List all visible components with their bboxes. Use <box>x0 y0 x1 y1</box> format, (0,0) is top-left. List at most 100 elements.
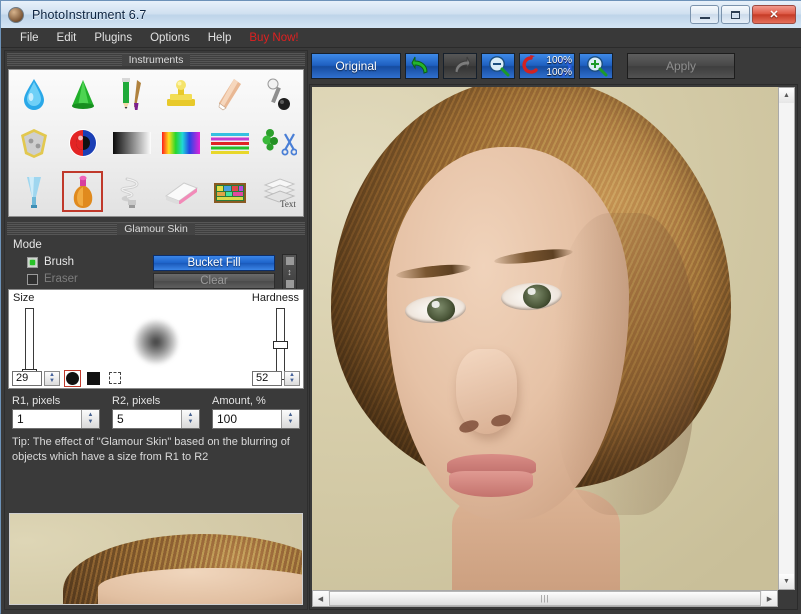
eraser-icon <box>164 182 198 204</box>
tool-liquify[interactable] <box>254 70 303 119</box>
tool-blur-drop[interactable] <box>9 70 58 119</box>
maximize-button[interactable] <box>721 5 750 24</box>
tool-airbrush[interactable] <box>9 167 58 216</box>
tool-clone-cone[interactable] <box>58 70 107 119</box>
menu-item-file[interactable]: File <box>11 30 48 46</box>
param-r1-spinner[interactable]: ▲ ▼ <box>81 410 99 428</box>
tool-redeye[interactable] <box>9 119 58 168</box>
tool-color-wheel[interactable] <box>58 119 107 168</box>
scroll-left-button[interactable]: ◀ <box>313 591 328 606</box>
original-button[interactable]: Original <box>311 53 401 79</box>
mode-area: Mode Brush Eraser Bucket Fill Clear ↕ <box>5 235 307 291</box>
glamour-skin-caption-label: Glamour Skin <box>117 222 195 235</box>
mode-radio-brush[interactable]: Brush <box>27 256 74 268</box>
clear-button[interactable]: Clear <box>153 273 275 289</box>
param-r2-spinner[interactable]: ▲ ▼ <box>181 410 199 428</box>
param-r2: R2, pixels 5 ▲ ▼ <box>112 395 200 429</box>
canvas-area: ▲ ▼ ◀ ||| ▶ <box>309 84 798 610</box>
instruments-grid: Text <box>8 69 304 217</box>
green-cone-icon <box>71 80 94 110</box>
spin-down-icon: ▼ <box>289 378 295 384</box>
close-button[interactable]: ✕ <box>752 5 796 24</box>
menu-item-options[interactable]: Options <box>141 30 199 46</box>
param-r1-field[interactable]: 1 ▲ ▼ <box>12 409 100 429</box>
image-canvas[interactable] <box>312 87 778 590</box>
horizontal-scrollbar[interactable]: ◀ ||| ▶ <box>312 590 778 607</box>
undo-button[interactable] <box>405 53 439 79</box>
scroll-up-button[interactable]: ▲ <box>779 88 794 103</box>
title-bar: PhotoInstrument 6.7 ✕ <box>1 1 801 28</box>
tool-grayscale-gradient[interactable] <box>107 119 156 168</box>
tool-text-layers[interactable]: Text <box>254 167 303 216</box>
tool-glamour-skin[interactable] <box>58 167 107 216</box>
tool-color-balance[interactable] <box>205 119 254 168</box>
menu-item-edit[interactable]: Edit <box>48 30 86 46</box>
param-r2-value[interactable]: 5 <box>113 410 181 428</box>
spin-down-icon: ▼ <box>287 419 294 425</box>
dashed-selection-icon <box>108 372 121 384</box>
rainbow-spectrum-icon <box>161 131 200 154</box>
param-r2-label: R2, pixels <box>112 395 161 407</box>
tool-rainbow-spectrum[interactable] <box>156 119 205 168</box>
color-balance-icon <box>210 132 249 154</box>
scroll-down-button[interactable]: ▼ <box>779 574 794 589</box>
size-label: Size <box>13 292 35 304</box>
vertical-scroll-track[interactable] <box>779 103 794 574</box>
size-value-field[interactable]: 29 <box>12 370 42 386</box>
square-brush-shape-button[interactable] <box>85 369 102 387</box>
spin-down-icon: ▼ <box>87 419 94 425</box>
tool-texture[interactable] <box>205 167 254 216</box>
blur-drop-icon <box>23 79 44 111</box>
param-amount-field[interactable]: 100 ▲ ▼ <box>212 409 300 429</box>
tool-spiral-lamp[interactable] <box>107 167 156 216</box>
apply-button[interactable]: Apply <box>627 53 735 79</box>
size-spinner[interactable]: ▲ ▼ <box>44 370 60 386</box>
mode-label: Mode <box>13 239 42 251</box>
zoom-level-bottom: 100% <box>546 67 572 78</box>
hardness-slider-thumb[interactable] <box>273 341 288 349</box>
minimize-icon <box>699 16 710 19</box>
spin-down-icon: ▼ <box>187 419 194 425</box>
hardness-spinner[interactable]: ▲ ▼ <box>284 370 300 386</box>
menu-item-plugins[interactable]: Plugins <box>85 30 141 46</box>
tool-stamp[interactable] <box>156 70 205 119</box>
param-r1-value[interactable]: 1 <box>13 410 81 428</box>
zoom-level-top: 100% <box>546 55 572 66</box>
bucket-fill-button[interactable]: Bucket Fill <box>153 255 275 271</box>
vertical-scrollbar[interactable]: ▲ ▼ <box>778 87 795 590</box>
scroll-right-button[interactable]: ▶ <box>762 591 777 606</box>
svg-text:Text: Text <box>280 199 296 208</box>
glamour-skin-bottle-icon <box>73 175 92 208</box>
tool-pencil-brush[interactable] <box>107 70 156 119</box>
mode-brush-label: Brush <box>44 256 75 268</box>
param-amount-value[interactable]: 100 <box>213 410 281 428</box>
app-body: Instruments Text Glamour Skin Mode Brush… <box>1 48 801 614</box>
mode-radio-eraser[interactable]: Eraser <box>27 273 78 285</box>
hardness-value-field[interactable]: 52 <box>252 370 282 386</box>
minimize-button[interactable] <box>690 5 719 24</box>
zoom-out-button[interactable] <box>481 53 515 79</box>
brush-controls-row: 29 ▲ ▼ 52 ▲ ▼ <box>9 368 303 388</box>
horizontal-scroll-thumb[interactable]: ||| <box>329 591 761 606</box>
param-amount: Amount, % 100 ▲ ▼ <box>212 395 300 429</box>
dashed-selection-shape-button[interactable] <box>106 369 123 387</box>
param-amount-spinner[interactable]: ▲ ▼ <box>281 410 299 428</box>
mask-toggle-stack[interactable]: ↕ <box>282 254 297 291</box>
radio-unchecked-icon <box>27 273 38 285</box>
menu-item-help[interactable]: Help <box>199 30 241 46</box>
zoom-in-button[interactable] <box>579 53 613 79</box>
mask-top-icon <box>285 256 294 265</box>
window-controls: ✕ <box>690 5 796 24</box>
hardness-controls: 52 ▲ ▼ <box>252 370 300 386</box>
tool-eraser[interactable] <box>156 167 205 216</box>
round-brush-shape-button[interactable] <box>64 369 81 387</box>
redo-button[interactable] <box>443 53 477 79</box>
mask-bottom-icon <box>285 280 294 289</box>
menu-item-buy-now[interactable]: Buy Now! <box>240 30 307 46</box>
tool-scissors-crop[interactable] <box>254 119 303 168</box>
tool-smudge[interactable] <box>205 70 254 119</box>
texture-box-icon <box>213 182 246 203</box>
param-r2-field[interactable]: 5 ▲ ▼ <box>112 409 200 429</box>
scrollbar-corner <box>778 590 795 607</box>
zoom-rotate-button[interactable]: 100% 100% <box>519 53 575 79</box>
